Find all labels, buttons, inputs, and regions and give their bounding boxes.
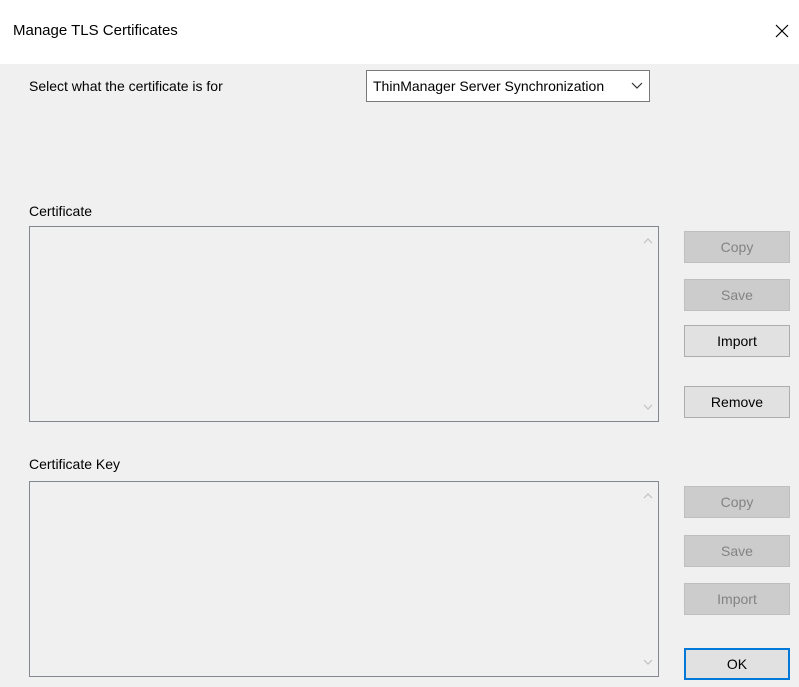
ok-button[interactable]: OK: [684, 648, 790, 680]
certificate-textarea[interactable]: [29, 226, 659, 422]
key-save-button[interactable]: Save: [684, 535, 790, 567]
scroll-down-icon[interactable]: [638, 397, 658, 417]
certificate-save-button[interactable]: Save: [684, 279, 790, 311]
certificate-label: Certificate: [29, 203, 93, 219]
certificate-key-textarea[interactable]: [29, 481, 659, 677]
scroll-up-icon[interactable]: [638, 486, 658, 506]
purpose-select[interactable]: ThinManager Server Synchronization: [366, 70, 650, 102]
certificate-key-scrollbar[interactable]: [638, 482, 658, 676]
scroll-up-icon[interactable]: [638, 231, 658, 251]
purpose-select-value: ThinManager Server Synchronization: [373, 78, 605, 94]
close-button[interactable]: [765, 14, 799, 48]
certificate-copy-button[interactable]: Copy: [684, 231, 790, 263]
certificate-scrollbar[interactable]: [638, 227, 658, 421]
certificate-key-label: Certificate Key: [29, 456, 121, 472]
certificate-import-button[interactable]: Import: [684, 325, 790, 357]
key-copy-button[interactable]: Copy: [684, 486, 790, 518]
key-import-button[interactable]: Import: [684, 583, 790, 615]
purpose-label: Select what the certificate is for: [29, 78, 223, 94]
scroll-down-icon[interactable]: [638, 652, 658, 672]
close-icon: [775, 24, 789, 38]
certificate-remove-button[interactable]: Remove: [684, 386, 790, 418]
chevron-down-icon: [625, 71, 649, 101]
window-title: Manage TLS Certificates: [13, 22, 178, 39]
title-bar: Manage TLS Certificates: [0, 0, 799, 64]
